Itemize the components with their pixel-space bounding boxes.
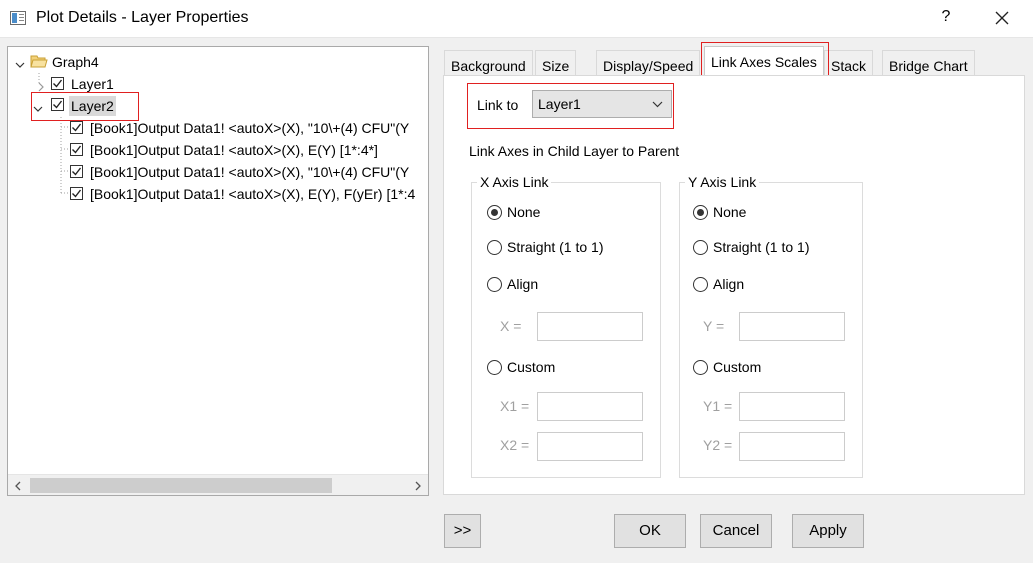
y-align-field-label: Y = [703, 318, 725, 334]
plot-checkbox[interactable] [70, 121, 83, 134]
y-custom-label[interactable]: Custom [713, 359, 761, 375]
y-align-input[interactable] [739, 312, 845, 341]
checkmark-icon [72, 189, 82, 198]
expand-button[interactable]: >> [444, 514, 481, 548]
tab-size[interactable]: Size [535, 50, 577, 78]
x-align-field-label: X = [500, 318, 522, 334]
y-custom-radio[interactable] [693, 360, 708, 375]
y1-input[interactable] [739, 392, 845, 421]
layer2-highlight [31, 92, 139, 121]
x1-field-label: X1 = [500, 398, 530, 414]
tab-display-speed[interactable]: Display/Speed [596, 50, 701, 78]
tree-item-label: Layer1 [71, 76, 114, 92]
tree-item-plot[interactable]: [Book1]Output Data1! <autoX>(X), "10\+(4… [90, 162, 409, 182]
apply-button[interactable]: Apply [792, 514, 864, 548]
scrollbar-thumb[interactable] [30, 478, 332, 493]
x-align-label[interactable]: Align [507, 276, 538, 292]
cancel-button[interactable]: Cancel [700, 514, 772, 548]
tab-background[interactable]: Background [444, 50, 533, 78]
x-none-radio[interactable] [487, 205, 502, 220]
close-button[interactable] [990, 6, 1014, 30]
x-axis-link-title: X Axis Link [477, 174, 552, 190]
scroll-right-arrow-icon[interactable] [412, 479, 424, 491]
chevron-right-icon[interactable] [36, 79, 46, 92]
checkmark-icon [72, 123, 82, 132]
layer1-checkbox[interactable] [51, 77, 64, 90]
x-align-input[interactable] [537, 312, 643, 341]
y-none-radio[interactable] [693, 205, 708, 220]
link-axes-heading: Link Axes in Child Layer to Parent [469, 143, 680, 159]
plot-checkbox[interactable] [70, 187, 83, 200]
x-custom-label[interactable]: Custom [507, 359, 555, 375]
tree-item-plot[interactable]: [Book1]Output Data1! <autoX>(X), E(Y), F… [90, 184, 415, 204]
tab-stack[interactable]: Stack [824, 50, 874, 78]
y-straight-label[interactable]: Straight (1 to 1) [713, 239, 810, 255]
y-none-label[interactable]: None [713, 204, 746, 220]
y-align-radio[interactable] [693, 277, 708, 292]
window-title: Plot Details - Layer Properties [36, 9, 249, 26]
x-straight-label[interactable]: Straight (1 to 1) [507, 239, 604, 255]
chevron-down-icon[interactable] [15, 57, 25, 68]
tree-item-graph4[interactable]: Graph4 [52, 52, 99, 72]
y1-field-label: Y1 = [703, 398, 733, 414]
ok-button[interactable]: OK [614, 514, 686, 548]
tree-item-label: Graph4 [52, 54, 99, 70]
y-straight-radio[interactable] [693, 240, 708, 255]
tree-item-layer1[interactable]: Layer1 [71, 74, 114, 94]
plot-checkbox[interactable] [70, 143, 83, 156]
checkmark-icon [53, 79, 63, 88]
tree-horizontal-scrollbar[interactable] [8, 474, 428, 495]
x-straight-radio[interactable] [487, 240, 502, 255]
folder-open-icon [30, 55, 48, 68]
app-icon [10, 11, 26, 25]
x2-input[interactable] [537, 432, 643, 461]
x-align-radio[interactable] [487, 277, 502, 292]
checkmark-icon [72, 167, 82, 176]
tree-item-plot[interactable]: [Book1]Output Data1! <autoX>(X), E(Y) [1… [90, 140, 378, 160]
checkmark-icon [72, 145, 82, 154]
x1-input[interactable] [537, 392, 643, 421]
y-axis-link-title: Y Axis Link [685, 174, 760, 190]
x2-field-label: X2 = [500, 437, 530, 453]
y-align-label[interactable]: Align [713, 276, 744, 292]
tree-item-plot[interactable]: [Book1]Output Data1! <autoX>(X), "10\+(4… [90, 118, 409, 138]
x-none-label[interactable]: None [507, 204, 540, 220]
link-to-highlight [467, 83, 674, 129]
title-bar: Plot Details - Layer Properties ? [0, 0, 1033, 38]
tab-bridge-chart[interactable]: Bridge Chart [882, 50, 975, 78]
x-custom-radio[interactable] [487, 360, 502, 375]
scroll-left-arrow-icon[interactable] [12, 479, 24, 491]
plot-checkbox[interactable] [70, 165, 83, 178]
y2-input[interactable] [739, 432, 845, 461]
help-button[interactable]: ? [936, 8, 956, 26]
y2-field-label: Y2 = [703, 437, 733, 453]
close-icon [995, 11, 1009, 25]
